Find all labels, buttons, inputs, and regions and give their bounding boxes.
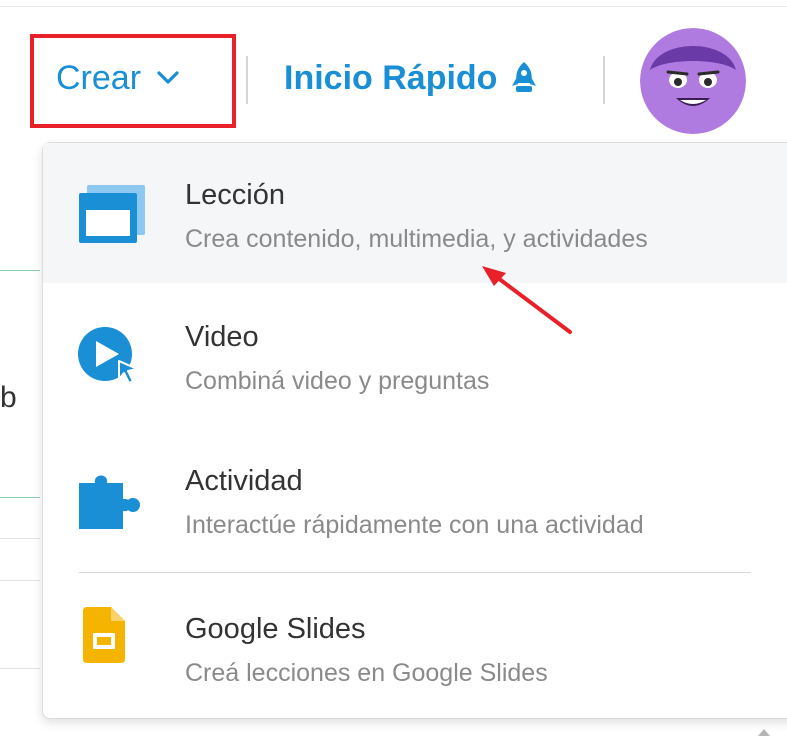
menu-item-title: Video: [185, 321, 259, 353]
header-separator: [246, 56, 248, 104]
avatar[interactable]: [640, 28, 746, 134]
google-slides-icon: [83, 607, 125, 663]
background-line: [0, 270, 40, 271]
menu-item-activity[interactable]: Actividad Interactúe rápidamente con una…: [43, 427, 787, 572]
puzzle-icon: [79, 475, 140, 529]
menu-item-description: Crea contenido, multimedia, y actividade…: [185, 225, 648, 253]
menu-item-lesson[interactable]: Lección Crea contenido, multimedia, y ac…: [43, 143, 787, 283]
menu-item-description: Creá lecciones en Google Slides: [185, 659, 548, 687]
menu-item-title: Actividad: [185, 465, 303, 497]
arrow-annotation: [482, 266, 572, 334]
quick-start-label: Inicio Rápido: [284, 58, 498, 97]
menu-item-google-slides[interactable]: Google Slides Creá lecciones en Google S…: [43, 573, 787, 713]
window-stack-icon: [79, 185, 145, 243]
menu-item-title: Google Slides: [185, 613, 366, 645]
header-separator: [603, 56, 605, 104]
background-line: [0, 580, 40, 581]
menu-item-title: Lección: [185, 179, 285, 211]
scroll-up-arrow-icon[interactable]: [757, 727, 771, 737]
background-text-fragment: b: [0, 381, 17, 414]
highlight-annotation: [30, 34, 236, 128]
background-line: [0, 497, 40, 498]
quick-start-link[interactable]: Inicio Rápido: [284, 54, 537, 102]
background-line: [0, 668, 40, 669]
top-divider: [0, 6, 787, 7]
menu-item-video[interactable]: Video Combiná video y preguntas: [43, 283, 787, 427]
menu-item-description: Combiná video y preguntas: [185, 367, 490, 395]
background-line: [0, 538, 40, 539]
menu-item-description: Interactúe rápidamente con una actividad: [185, 511, 644, 539]
rocket-icon: [512, 62, 537, 92]
create-dropdown-menu: Lección Crea contenido, multimedia, y ac…: [42, 142, 787, 719]
video-play-icon: [78, 327, 138, 384]
